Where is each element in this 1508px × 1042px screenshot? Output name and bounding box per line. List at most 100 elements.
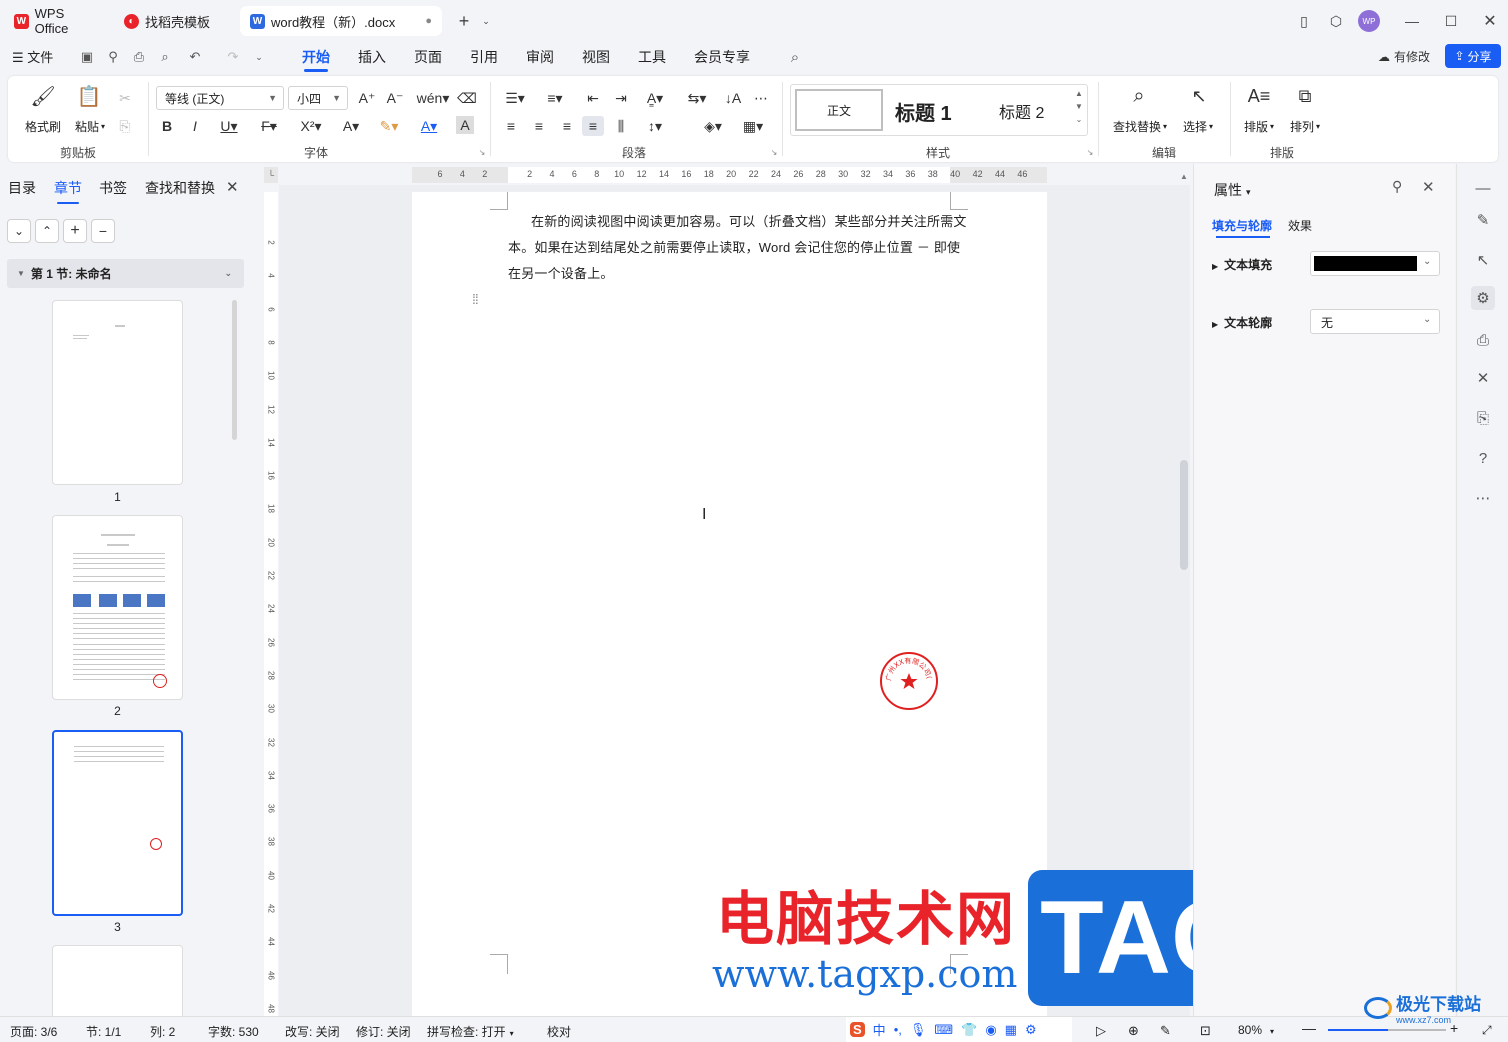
bullet-list-icon[interactable]: ☰▾ (500, 88, 530, 108)
column-count[interactable]: 列: 2 (150, 1023, 175, 1040)
arrange-text-button[interactable]: 排版 ▾ (1238, 118, 1280, 135)
grid-icon[interactable]: ▦ (1005, 1022, 1017, 1038)
highlight-icon[interactable]: ✎▾ (374, 116, 404, 136)
scroll-up-icon[interactable]: ▲ (1180, 172, 1188, 181)
paste-button[interactable]: 粘贴 ▾ (70, 118, 110, 135)
underline-icon[interactable]: U▾ (214, 116, 244, 136)
arrange-text-icon[interactable]: A≡ (1248, 86, 1271, 106)
spellcheck-status[interactable]: 拼写检查: 打开 ▾ (427, 1023, 514, 1040)
outdent-icon[interactable]: ⇤ (582, 88, 604, 108)
page-thumbnail-3[interactable] (52, 730, 183, 916)
find-replace-button[interactable]: 查找替换 ▾ (1110, 118, 1170, 135)
property-icon[interactable]: ⚙ (1471, 286, 1495, 310)
sogou-icon[interactable]: S (850, 1022, 865, 1037)
zoom-select[interactable]: 80% ▾ (1238, 1023, 1274, 1037)
text-fill-color-select[interactable]: ⌄ (1310, 251, 1440, 276)
redo-icon[interactable]: ↷ (224, 48, 242, 66)
font-dialog-icon[interactable]: ↘ (478, 148, 486, 157)
italic-icon[interactable]: I (184, 116, 206, 136)
select-button[interactable]: 选择 ▾ (1176, 118, 1220, 135)
play-icon[interactable]: ▷ (1096, 1023, 1106, 1039)
close-panel-icon[interactable]: ✕ (226, 178, 239, 196)
style-heading1[interactable]: 标题 1 (895, 97, 952, 126)
tab-toc[interactable]: 目录 (8, 178, 36, 198)
expand-down-icon[interactable]: ⌄ (7, 219, 31, 243)
punctuation-icon[interactable]: •, (894, 1022, 902, 1037)
book-icon[interactable]: ⎘ (1471, 406, 1495, 430)
tab-reference[interactable]: 引用 (470, 47, 498, 67)
select-icon[interactable]: ↖ (1188, 86, 1210, 106)
skin-icon[interactable]: 👕 (961, 1022, 977, 1038)
paste-icon[interactable]: 📋 (77, 86, 102, 108)
fit-icon[interactable]: ⊡ (1200, 1023, 1211, 1039)
page-count[interactable]: 页面: 3/6 (10, 1023, 57, 1040)
pin-icon[interactable]: ⚲ (1392, 178, 1402, 195)
tab-find-replace[interactable]: 查找和替换 (145, 178, 215, 198)
phonetic-icon[interactable]: wén▾ (416, 88, 450, 108)
minimize-icon[interactable]: — (1400, 10, 1424, 32)
revision-status[interactable]: 修订: 关闭 (356, 1023, 411, 1040)
text-outline-row[interactable]: ▶ 文本轮廓 (1212, 314, 1272, 331)
layout-icon[interactable]: ▯ (1292, 10, 1316, 32)
styles-dialog-icon[interactable]: ↘ (1086, 148, 1094, 157)
shrink-font-icon[interactable]: A⁻ (384, 88, 406, 108)
web-layout-icon[interactable]: ⊕ (1128, 1023, 1139, 1039)
tab-docer[interactable]: ◐ 找稻壳模板 (114, 6, 238, 36)
tab-wps-office[interactable]: W WPS Office (4, 6, 110, 36)
style-heading2[interactable]: 标题 2 (999, 99, 1044, 123)
game-icon[interactable]: ◉ (985, 1022, 996, 1038)
page-thumbnail-2[interactable] (52, 515, 183, 700)
style-scroll[interactable]: ▲ ▼ ⌄ (1075, 87, 1083, 126)
align-left-icon[interactable]: ≡ (500, 116, 522, 136)
tab-member[interactable]: 会员专享 (694, 47, 750, 67)
line-spacing-icon[interactable]: ↕▾ (640, 116, 670, 136)
copy-icon[interactable]: ⎘ (114, 116, 136, 136)
close-icon[interactable]: ✕ (1478, 10, 1502, 32)
cube-icon[interactable]: ⬡ (1324, 10, 1348, 32)
share-link-icon[interactable]: ⚲ (104, 48, 122, 66)
clear-format-icon[interactable]: ⌫ (456, 88, 478, 108)
justify-icon[interactable]: ≡ (582, 116, 604, 136)
chinese-mode-icon[interactable]: 中 (873, 1020, 886, 1039)
show-marks-icon[interactable]: ⋯ (750, 88, 772, 108)
help-icon[interactable]: ? (1471, 446, 1495, 470)
share-button[interactable]: ⇪ 分享 (1445, 44, 1501, 68)
arrange-icon[interactable]: ⧉ (1294, 86, 1316, 106)
find-replace-icon[interactable]: ⌕ (1128, 85, 1150, 107)
format-painter-icon[interactable]: 🖌 (30, 86, 55, 108)
char-shading-icon[interactable]: A (456, 116, 474, 134)
text-outline-select[interactable]: 无 ⌄ (1310, 309, 1440, 334)
scrollbar-thumb[interactable] (232, 300, 237, 440)
superscript-icon[interactable]: X²▾ (296, 116, 326, 136)
align-center-icon[interactable]: ≡ (528, 116, 550, 136)
ruler-corner-icon[interactable]: └ (264, 167, 278, 183)
text-direction-icon[interactable]: A̳▾ (640, 88, 670, 108)
collapse-icon[interactable]: — (1471, 176, 1495, 200)
add-section-icon[interactable]: + (63, 219, 87, 243)
sort-icon[interactable]: ↓A (722, 88, 744, 108)
tab-effects[interactable]: 效果 (1288, 217, 1312, 234)
more-icon[interactable]: ⋯ (1471, 486, 1495, 510)
number-list-icon[interactable]: ≡▾ (540, 88, 570, 108)
style-normal[interactable]: 正文 (795, 89, 883, 131)
ime-toolbar[interactable]: S 中 •, 🎙 ⌨ 👕 ◉ ▦ ⚙ (846, 1017, 1072, 1042)
body-text-line[interactable]: 在新的阅读视图中阅读更加容易。可以（折叠文档）某些部分并关注所需文 (531, 211, 967, 230)
undo-icon[interactable]: ↶ (186, 48, 204, 66)
new-tab-icon[interactable]: + (452, 10, 476, 32)
print-icon[interactable]: ⎙ (130, 48, 148, 66)
unsaved-dot-icon[interactable]: ● (425, 15, 432, 27)
tab-insert[interactable]: 插入 (358, 47, 386, 67)
text-effect-icon[interactable]: A▾ (336, 116, 366, 136)
more-chevron-icon[interactable]: ⌄ (250, 48, 268, 66)
avatar[interactable]: WP (1358, 10, 1380, 32)
tab-bookmarks[interactable]: 书签 (99, 178, 127, 198)
strikethrough-icon[interactable]: F▾ (254, 116, 284, 136)
vertical-ruler[interactable]: 2 4 6 8 10 12 14 16 18 20 22 24 26 28 30 32 34 36 38 40 42 44… (264, 192, 278, 1016)
drag-handle-icon[interactable]: ⁞⁞ (472, 292, 479, 306)
panel-title[interactable]: 属性 ▾ (1214, 180, 1251, 200)
tab-document[interactable]: W word教程（新）.docx ● (240, 6, 442, 36)
cut-icon[interactable]: ✂ (114, 88, 136, 108)
distribute-icon[interactable]: ⫼ (610, 116, 632, 136)
tab-review[interactable]: 审阅 (526, 47, 554, 67)
bold-icon[interactable]: B (156, 116, 178, 136)
